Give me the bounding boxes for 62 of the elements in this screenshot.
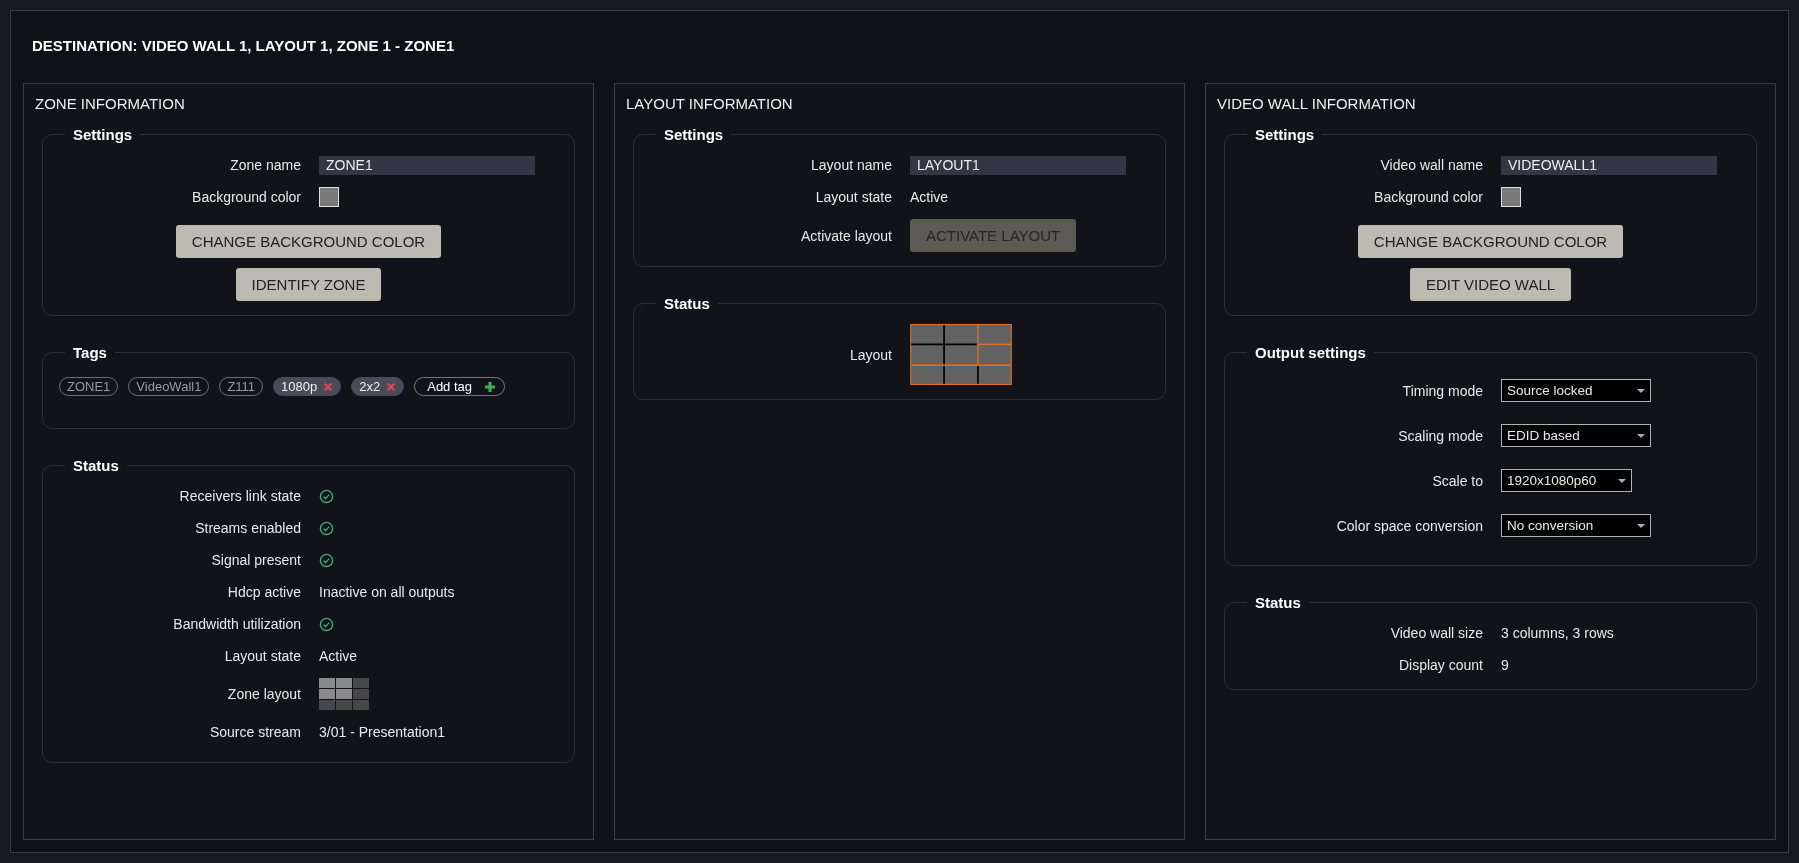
caret-icon [1637, 388, 1645, 393]
group-legend: Settings [656, 126, 732, 143]
field-label: Signal present [210, 552, 301, 568]
tag-chip[interactable]: 2x2 [351, 377, 405, 396]
name-field[interactable]: LAYOUT1 [910, 155, 1126, 175]
field-label: Zone name [229, 157, 301, 173]
action-button[interactable]: EDIT VIDEO WALL [1409, 268, 1572, 301]
field-value: Inactive on all outputs [319, 584, 455, 600]
field-label: Color space conversion [1335, 517, 1483, 534]
field-label: Streams enabled [194, 520, 301, 536]
field-value: 3/01 - Presentation1 [319, 724, 446, 740]
remove-icon[interactable] [323, 381, 334, 392]
caret-icon [1637, 433, 1645, 438]
field-label: Background color [1373, 189, 1483, 205]
field-value: Active [319, 648, 358, 664]
caret-icon [1637, 523, 1645, 528]
plus-icon [484, 380, 497, 393]
group-legend: Tags [65, 344, 115, 361]
field-value: Active [910, 189, 949, 205]
name-field[interactable]: VIDEOWALL1 [1501, 155, 1717, 175]
field-label: Layout [848, 346, 892, 363]
panel-heading: LAYOUT INFORMATION [626, 95, 794, 112]
field-label: Receivers link state [178, 488, 301, 504]
page-title: DESTINATION: VIDEO WALL 1, LAYOUT 1, ZONE 1 - ZONE1 [32, 37, 456, 54]
color-swatch[interactable] [1501, 187, 1521, 207]
field-label: Hdcp active [226, 584, 301, 600]
tag-chip[interactable]: 1080p [273, 377, 342, 396]
field-label: Layout name [810, 157, 892, 173]
field-label: Source stream [208, 724, 301, 740]
field-label: Scale to [1431, 472, 1483, 489]
action-button[interactable]: CHANGE BACKGROUND COLOR [175, 225, 442, 258]
group-legend: Status [65, 457, 127, 474]
panel-heading: VIDEO WALL INFORMATION [1217, 95, 1417, 112]
field-label: Bandwidth utilization [172, 616, 301, 632]
group-legend: Settings [1247, 126, 1323, 143]
field-label: Timing mode [1401, 382, 1483, 399]
field-label: Layout state [814, 189, 892, 205]
dropdown[interactable]: 1920x1080p60 [1501, 469, 1632, 492]
field-label: Activate layout [799, 227, 892, 244]
group-legend: Output settings [1247, 344, 1374, 361]
action-button[interactable]: CHANGE BACKGROUND COLOR [1357, 225, 1624, 258]
remove-icon[interactable] [386, 381, 397, 392]
caret-icon [1618, 478, 1626, 483]
field-label: Scaling mode [1397, 427, 1483, 444]
group-legend: Settings [65, 126, 141, 143]
field-label: Layout state [223, 648, 301, 664]
dropdown[interactable]: Source locked [1501, 379, 1651, 402]
field-label: Background color [191, 189, 301, 205]
field-value: 3 columns, 3 rows [1501, 625, 1614, 641]
group-legend: Status [1247, 594, 1309, 611]
field-label: Video wall name [1379, 157, 1483, 173]
panel-heading: ZONE INFORMATION [35, 95, 186, 112]
field-label: Video wall size [1389, 625, 1483, 641]
color-swatch[interactable] [319, 187, 339, 207]
field-value: 9 [1501, 657, 1509, 673]
name-field[interactable]: ZONE1 [319, 155, 535, 175]
group-legend: Status [656, 295, 718, 312]
dropdown[interactable]: No conversion [1501, 514, 1651, 537]
field-label: Zone layout [226, 686, 301, 702]
field-label: Display count [1397, 657, 1483, 673]
dropdown[interactable]: EDID based [1501, 424, 1651, 447]
action-button[interactable]: IDENTIFY ZONE [235, 268, 382, 301]
